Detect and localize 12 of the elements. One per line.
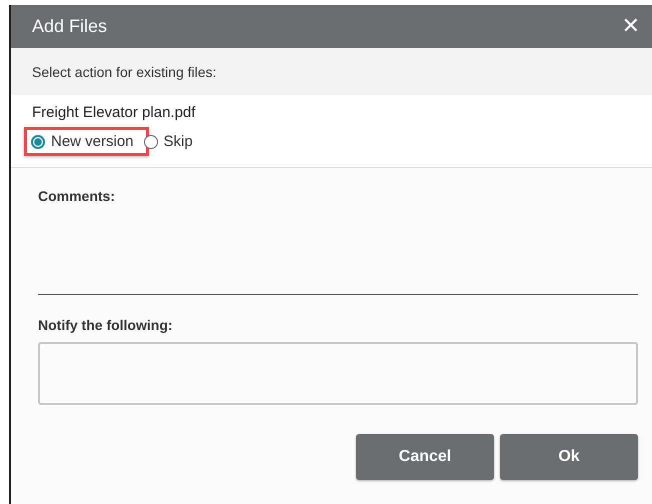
- notify-field[interactable]: [38, 342, 638, 405]
- comments-label: Comments:: [38, 188, 116, 204]
- close-button[interactable]: ✕: [622, 16, 640, 38]
- highlighted-radio-option[interactable]: New version: [24, 127, 149, 156]
- cancel-button[interactable]: Cancel: [356, 434, 494, 480]
- ok-button[interactable]: Ok: [500, 434, 638, 480]
- window-title: Add Files: [32, 16, 108, 37]
- instruction-text: Select action for existing files:: [32, 64, 216, 80]
- radio-button[interactable]: [31, 134, 45, 148]
- notify-label: Notify the following:: [38, 317, 174, 333]
- file-name: Freight Elevator plan.pdf: [32, 104, 196, 121]
- radio-button[interactable]: [144, 134, 158, 148]
